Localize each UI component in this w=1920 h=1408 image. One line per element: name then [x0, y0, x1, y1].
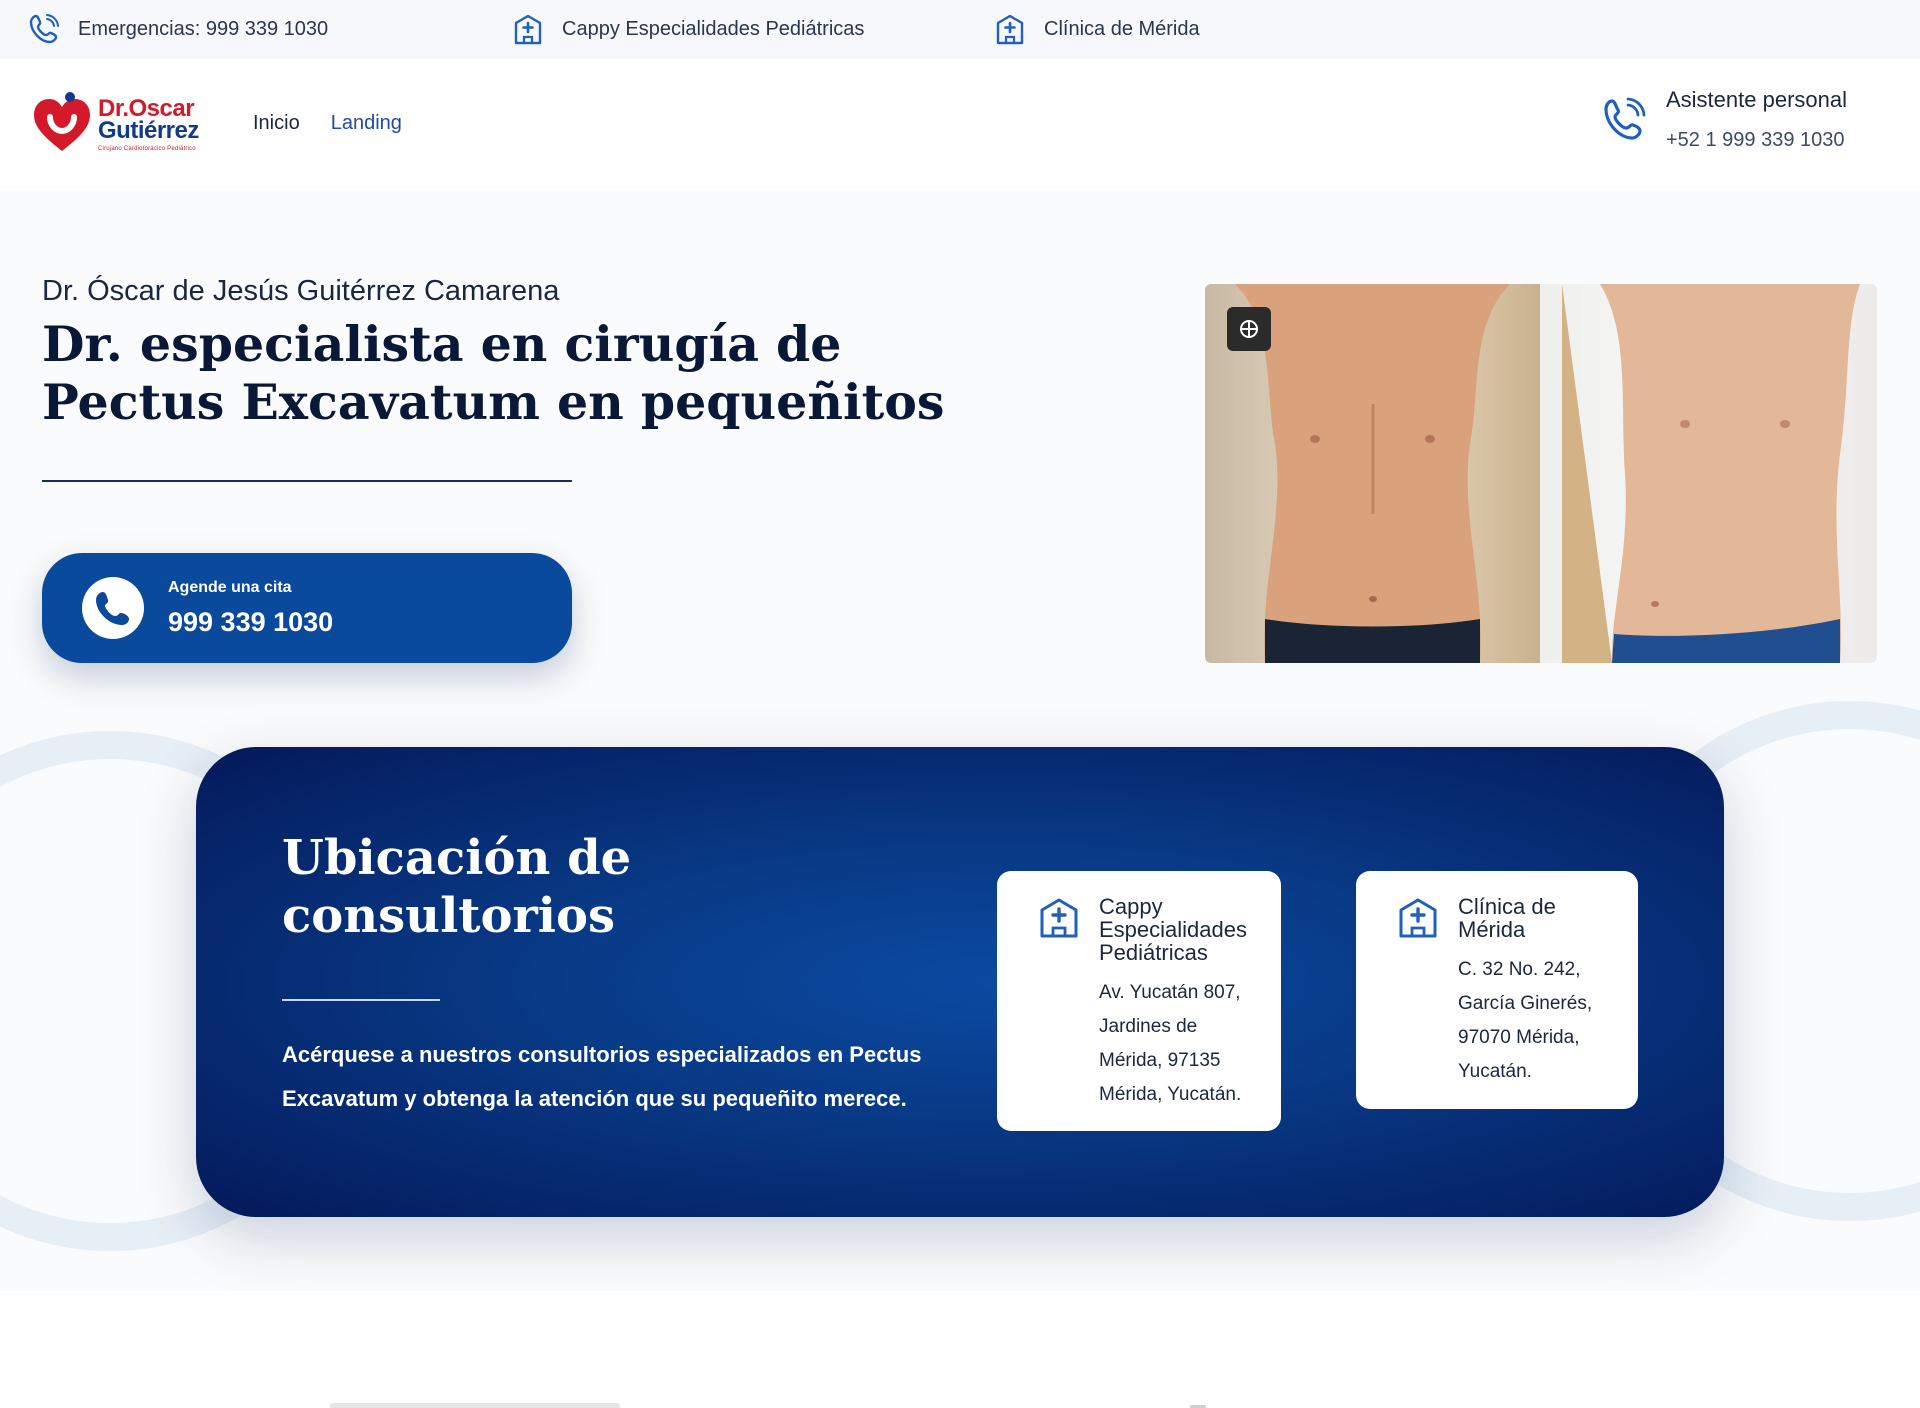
locations-title: Ubicación de consultorios	[282, 830, 632, 944]
site-logo[interactable]: Dr.Oscar Gutiérrez Cirujano Cardiotoráci…	[30, 91, 210, 157]
address-line: Jardines de	[1099, 1016, 1198, 1037]
heart-logo-icon	[34, 92, 90, 151]
location-link-clinica[interactable]: Clínica de Mérida	[992, 12, 1200, 46]
nav-link-landing[interactable]: Landing	[331, 112, 402, 135]
hero-section: Dr. Óscar de Jesús Guitérrez Camarena Dr…	[0, 191, 1920, 1291]
next-section-preview	[0, 1291, 1920, 1408]
address-line: C. 32 No. 242,	[1458, 959, 1581, 980]
emergency-text: Emergencias: 999 339 1030	[78, 17, 329, 40]
location-card-clinica[interactable]: Clínica de Mérida C. 32 No. 242, García …	[1356, 871, 1638, 1109]
address-line: 97070 Mérida,	[1458, 1027, 1580, 1048]
assistant-phone[interactable]: +52 1 999 339 1030	[1666, 129, 1847, 152]
personal-assistant-contact[interactable]: Asistente personal +52 1 999 339 1030	[1600, 87, 1847, 152]
locations-panel: Ubicación de consultorios Acérquese a nu…	[196, 747, 1724, 1217]
address-line: Mérida, Yucatán.	[1099, 1084, 1242, 1105]
location-card-cappy[interactable]: Cappy Especialidades Pediátricas Av. Yuc…	[997, 871, 1281, 1131]
address-line: Yucatán.	[1458, 1061, 1532, 1082]
card-title-line: Cappy	[1099, 894, 1163, 919]
divider	[42, 480, 572, 482]
doctor-name: Dr. Óscar de Jesús Guitérrez Camarena	[42, 275, 560, 307]
hospital-icon	[1399, 898, 1437, 938]
ai-badge-icon[interactable]	[1227, 307, 1271, 351]
cta-phone: 999 339 1030	[168, 606, 334, 637]
locations-description: Acérquese a nuestros consultorios especi…	[282, 1042, 922, 1111]
site-header: Dr.Oscar Gutiérrez Cirujano Cardiotoráci…	[0, 59, 1920, 191]
book-appointment-button[interactable]: Agende una cita 999 339 1030	[42, 553, 572, 663]
top-info-bar: Emergencias: 999 339 1030 Cappy Especial…	[0, 0, 1920, 59]
address-line: García Ginerés,	[1458, 993, 1593, 1014]
cta-label: Agende una cita	[168, 578, 292, 596]
address-line: Mérida, 97135	[1099, 1050, 1221, 1071]
phone-icon	[1604, 97, 1646, 140]
card-address: Av. Yucatán 807, Jardines de Mérida, 971…	[1099, 976, 1247, 1112]
card-title: Cappy Especialidades Pediátricas	[1099, 895, 1247, 964]
assistant-title: Asistente personal	[1666, 87, 1847, 112]
before-after-photo	[1205, 284, 1877, 663]
location-text-cappy: Cappy Especialidades Pediátricas	[562, 17, 865, 40]
emergency-contact[interactable]: Emergencias: 999 339 1030	[26, 12, 328, 46]
card-address: C. 32 No. 242, García Ginerés, 97070 Mér…	[1458, 953, 1592, 1089]
logo-line-2: Gutiérrez	[98, 116, 199, 144]
card-title: Clínica de Mérida	[1458, 895, 1592, 941]
card-title-line: Mérida	[1458, 917, 1526, 942]
hospital-icon	[1040, 898, 1078, 938]
card-title-line: Especialidades	[1099, 917, 1247, 942]
address-line: Av. Yucatán 807,	[1099, 982, 1241, 1003]
card-title-line: Pediátricas	[1099, 940, 1208, 965]
hero-headline: Dr. especialista en cirugía de Pectus Ex…	[42, 315, 945, 431]
location-text-clinica: Clínica de Mérida	[1044, 17, 1200, 40]
divider	[282, 999, 440, 1001]
hospital-icon	[992, 11, 1028, 47]
logo-tagline: Cirujano Cardiotorácico Pediátrico	[98, 145, 196, 152]
phone-icon	[26, 11, 62, 47]
photo-before	[1205, 284, 1540, 663]
location-link-cappy[interactable]: Cappy Especialidades Pediátricas	[510, 12, 864, 46]
card-title-line: Clínica de	[1458, 894, 1556, 919]
phone-icon	[82, 577, 144, 639]
hospital-icon	[510, 11, 546, 47]
section-edge	[330, 1403, 620, 1408]
main-nav: Inicio Landing	[253, 112, 402, 135]
nav-link-inicio[interactable]: Inicio	[253, 112, 300, 135]
photo-after	[1540, 284, 1877, 663]
